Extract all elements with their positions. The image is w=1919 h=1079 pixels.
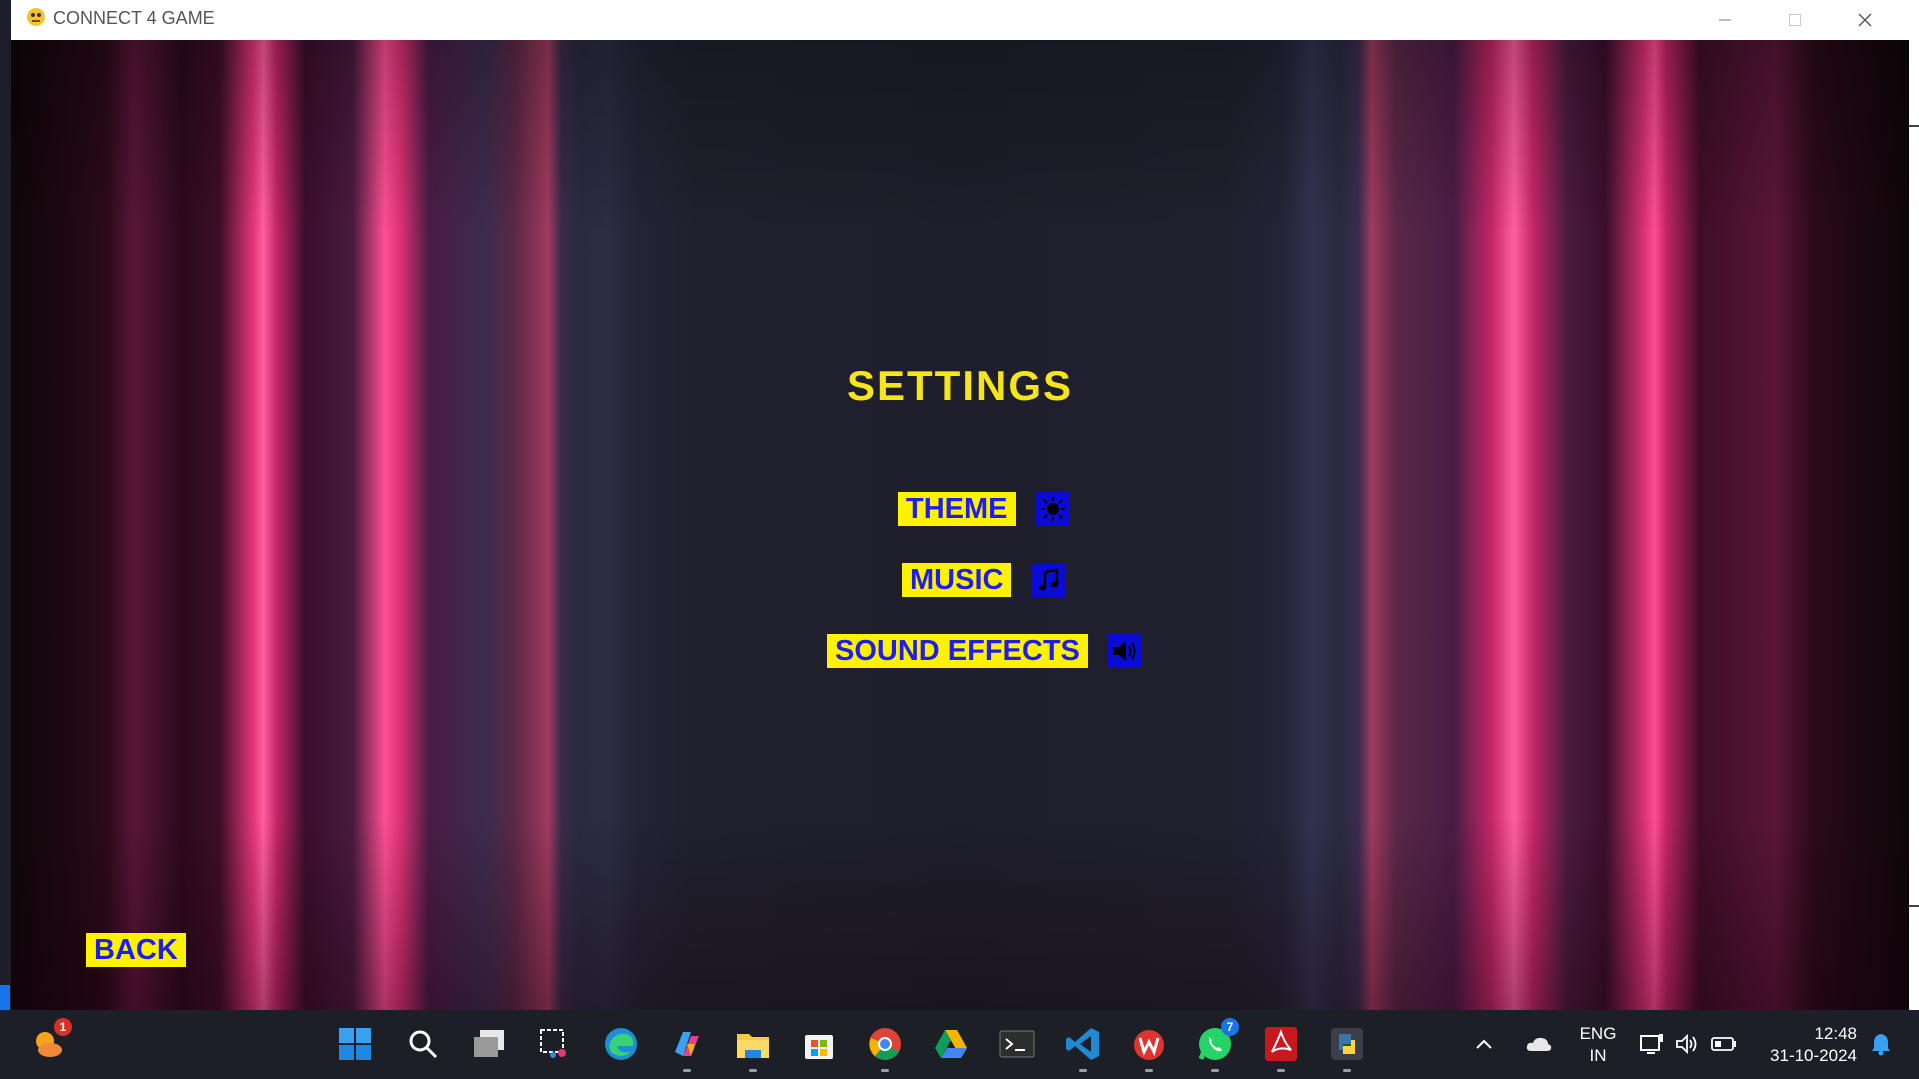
copilot-button[interactable] — [665, 1022, 709, 1072]
network-icon — [1640, 1034, 1663, 1054]
clock-time: 12:48 — [1814, 1024, 1857, 1043]
chrome-button[interactable] — [863, 1022, 907, 1072]
python-button[interactable] — [1325, 1022, 1369, 1072]
task-view-icon — [474, 1030, 504, 1057]
edge-browser-icon — [605, 1028, 637, 1060]
settings-title: SETTINGS — [846, 362, 1074, 409]
folder-icon — [737, 1034, 769, 1058]
sun-icon — [1041, 497, 1065, 521]
terminal-icon — [999, 1030, 1035, 1058]
microsoft-store-icon — [805, 1035, 833, 1059]
bell-icon — [1872, 1034, 1890, 1056]
taskbar: 1 7 ENG IN 12:48 31-10-2024 — [0, 1010, 1919, 1079]
close-button[interactable] — [1830, 0, 1900, 40]
python-icon — [1331, 1028, 1363, 1060]
acrobat-pdf-icon — [1265, 1027, 1297, 1061]
music-button[interactable]: MUSIC — [902, 563, 1012, 597]
vscode-button[interactable] — [1061, 1022, 1105, 1072]
speaker-icon — [1113, 641, 1136, 661]
google-drive-button[interactable] — [929, 1022, 973, 1066]
weather-badge: 1 — [54, 1018, 72, 1036]
battery-button[interactable] — [1707, 1022, 1741, 1066]
window-edge — [1909, 0, 1919, 1010]
onedrive-button[interactable] — [1519, 1022, 1559, 1066]
snipping-tool-icon — [540, 1029, 566, 1058]
file-explorer-button[interactable] — [731, 1022, 775, 1072]
language-code: ENG — [1579, 1024, 1617, 1043]
desktop-edge — [0, 985, 10, 1010]
battery-icon — [1711, 1037, 1736, 1051]
copilot-icon — [675, 1032, 699, 1056]
google-drive-icon — [935, 1030, 967, 1058]
pygame-snake-icon — [27, 8, 45, 26]
wps-office-button[interactable] — [1127, 1022, 1171, 1072]
theme-button[interactable]: THEME — [898, 492, 1016, 526]
region-code: IN — [1589, 1046, 1607, 1065]
clock[interactable]: 12:48 31-10-2024 — [1753, 1023, 1857, 1067]
acrobat-button[interactable] — [1259, 1022, 1303, 1072]
music-note-icon — [1039, 568, 1059, 591]
maximize-icon — [1789, 14, 1801, 26]
game-canvas: SETTINGS THEME MUSIC SOUND EFFECTS BACK — [11, 40, 1909, 1010]
windows-start-icon — [339, 1028, 371, 1060]
clock-date: 31-10-2024 — [1770, 1046, 1857, 1065]
window-titlebar: CONNECT 4 GAME — [11, 0, 1909, 41]
search-button[interactable] — [401, 1022, 445, 1066]
maximize-button[interactable] — [1760, 0, 1830, 40]
back-button[interactable]: BACK — [86, 933, 186, 967]
search-icon — [409, 1030, 438, 1059]
window-title: CONNECT 4 GAME — [53, 8, 215, 28]
language-indicator[interactable]: ENG IN — [1571, 1023, 1625, 1067]
volume-icon — [1676, 1033, 1697, 1055]
cloud-icon — [1526, 1037, 1552, 1051]
snipping-tool-button[interactable] — [533, 1022, 577, 1066]
chrome-icon — [869, 1028, 901, 1060]
sound-effects-button[interactable]: SOUND EFFECTS — [827, 634, 1088, 668]
minimize-button[interactable] — [1690, 0, 1760, 40]
whatsapp-badge: 7 — [1221, 1018, 1239, 1036]
chevron-up-icon — [1476, 1039, 1492, 1049]
close-icon — [1858, 13, 1872, 27]
volume-button[interactable] — [1671, 1022, 1705, 1066]
sound-effects-toggle[interactable] — [1108, 634, 1142, 668]
edge-button[interactable] — [599, 1022, 643, 1066]
vscode-icon — [1066, 1028, 1099, 1060]
network-button[interactable] — [1635, 1022, 1669, 1066]
theme-toggle[interactable] — [1036, 492, 1070, 526]
store-button[interactable] — [797, 1022, 841, 1066]
task-view-button[interactable] — [467, 1022, 511, 1066]
wps-office-icon — [1134, 1030, 1164, 1060]
notifications-button[interactable] — [1864, 1022, 1898, 1066]
weather-widget[interactable]: 1 — [26, 1018, 72, 1066]
minimize-icon — [1719, 19, 1731, 21]
music-toggle[interactable] — [1032, 563, 1066, 597]
show-hidden-icons-button[interactable] — [1469, 1022, 1499, 1066]
terminal-button[interactable] — [995, 1022, 1039, 1066]
start-button[interactable] — [333, 1022, 377, 1066]
whatsapp-button[interactable]: 7 — [1193, 1018, 1239, 1072]
